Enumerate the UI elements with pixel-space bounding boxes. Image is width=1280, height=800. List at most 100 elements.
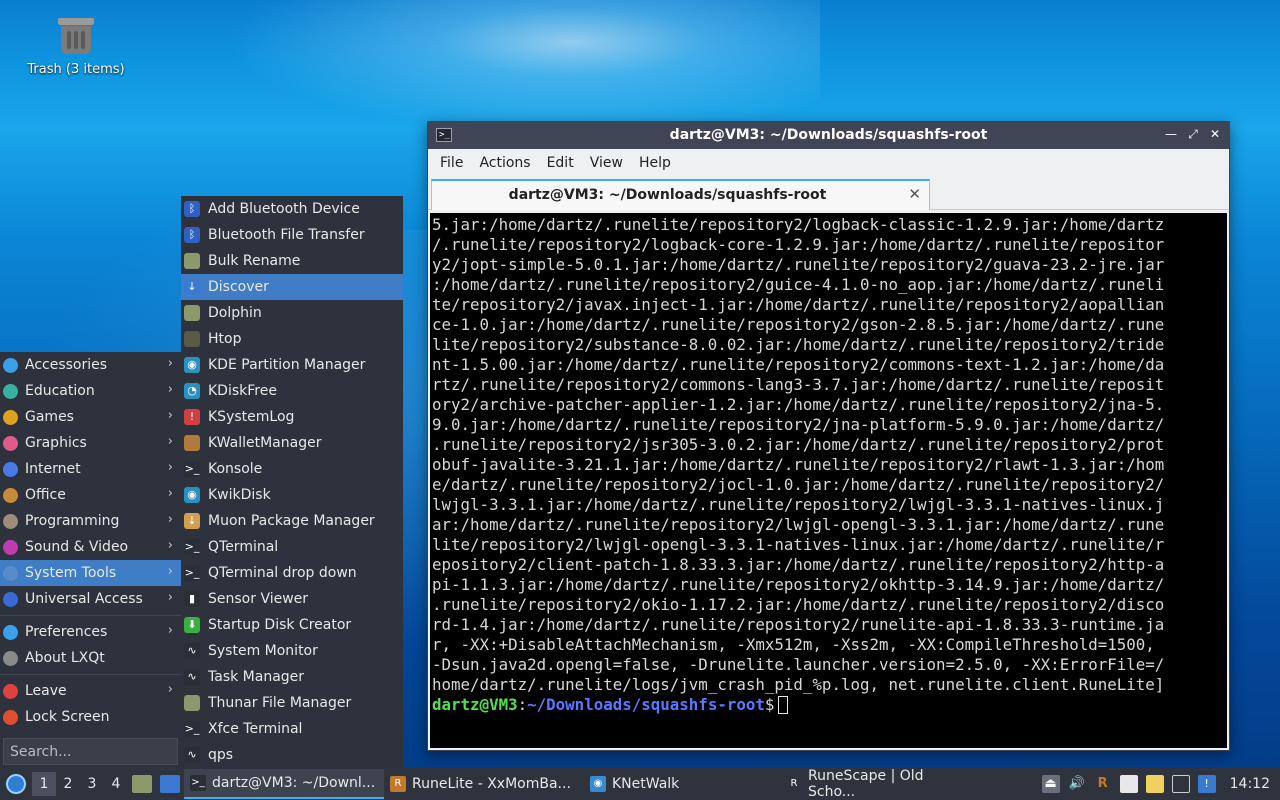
file-manager-launcher-icon[interactable]: [132, 775, 152, 793]
volume-icon[interactable]: 🔊: [1068, 775, 1086, 793]
terminal-prompt: dartz@VM3:~/Downloads/squashfs-root$: [432, 695, 1225, 715]
clock[interactable]: 14:12: [1230, 776, 1270, 792]
menu-item-label: Graphics: [25, 435, 87, 451]
maximize-icon[interactable]: ⤢: [1185, 126, 1201, 142]
prompt-symbol: $: [764, 695, 775, 714]
submenu-item-label: Thunar File Manager: [208, 695, 352, 711]
submenu-item-bulk-rename[interactable]: Bulk Rename: [181, 248, 403, 274]
taskbar-task-dartz-vm3-downl[interactable]: >_ dartz@VM3: ~/Downl...: [184, 769, 384, 799]
menu-category-graphics[interactable]: Graphics ›: [0, 430, 181, 456]
terminal-tab[interactable]: dartz@VM3: ~/Downloads/squashfs-root ✕: [431, 179, 930, 210]
menu-item-leave[interactable]: Leave ›: [0, 678, 181, 704]
taskbar-task-runescape-old-scho[interactable]: R RuneScape | Old Scho...: [780, 768, 970, 800]
menu-help[interactable]: Help: [631, 155, 679, 171]
show-desktop-icon[interactable]: [160, 775, 180, 793]
notes-icon[interactable]: [1145, 775, 1164, 793]
submenu-item-discover[interactable]: ↓ Discover: [181, 274, 403, 300]
submenu-item-label: Dolphin: [208, 305, 262, 321]
window-titlebar[interactable]: >_ dartz@VM3: ~/Downloads/squashfs-root …: [428, 122, 1229, 149]
lock-screen-icon: [3, 709, 18, 725]
menu-item-label: Education: [25, 383, 95, 399]
desktop-4[interactable]: 4: [104, 776, 128, 792]
submenu-item-thunar-file-manager[interactable]: Thunar File Manager: [181, 690, 403, 716]
submenu-item-ksystemlog[interactable]: ! KSystemLog: [181, 404, 403, 430]
tab-close-icon[interactable]: ✕: [908, 185, 921, 203]
menu-category-education[interactable]: Education ›: [0, 378, 181, 404]
submenu-item-startup-disk-creator[interactable]: ⬇ Startup Disk Creator: [181, 612, 403, 638]
submenu-item-label: Muon Package Manager: [208, 513, 375, 529]
menu-category-universal-access[interactable]: Universal Access ›: [0, 586, 181, 612]
submenu-item-kwikdisk[interactable]: ◉ KwikDisk: [181, 482, 403, 508]
submenu-item-xfce-terminal[interactable]: >_ Xfce Terminal: [181, 716, 403, 742]
close-icon[interactable]: ✕: [1207, 126, 1223, 142]
menu-actions[interactable]: Actions: [471, 155, 538, 171]
submenu-item-add-bluetooth-device[interactable]: ᛒ Add Bluetooth Device: [181, 196, 403, 222]
chevron-right-icon: ›: [167, 408, 173, 423]
menu-item-preferences[interactable]: Preferences ›: [0, 619, 181, 645]
submenu-item-qterminal[interactable]: >_ QTerminal: [181, 534, 403, 560]
menu-item-lock-screen[interactable]: Lock Screen: [0, 704, 181, 730]
terminal-icon: >_: [184, 539, 200, 555]
terminal-tabbar: dartz@VM3: ~/Downloads/squashfs-root ✕: [428, 177, 1229, 210]
menu-category-office[interactable]: Office ›: [0, 482, 181, 508]
menu-view[interactable]: View: [582, 155, 631, 171]
programming-icon: [3, 513, 18, 529]
menu-edit[interactable]: Edit: [539, 155, 582, 171]
submenu-item-kdiskfree[interactable]: ◔ KDiskFree: [181, 378, 403, 404]
folder-icon: [184, 695, 200, 711]
runelite-tray-icon[interactable]: R: [1094, 775, 1112, 793]
submenu-item-htop[interactable]: Htop: [181, 326, 403, 352]
monitor-icon: ∿: [184, 643, 200, 659]
submenu-item-label: KWalletManager: [208, 435, 322, 451]
menu-item-label: Preferences: [25, 624, 108, 640]
terminal-line: e/dartz/.runelite/repository2/jocl-1.0.j…: [432, 475, 1165, 494]
submenu-item-bluetooth-file-transfer[interactable]: ᛒ Bluetooth File Transfer: [181, 222, 403, 248]
submenu-item-kwalletmanager[interactable]: KWalletManager: [181, 430, 403, 456]
menu-item-about-lxqt[interactable]: About LXQt: [0, 645, 181, 671]
menu-category-accessories[interactable]: Accessories ›: [0, 352, 181, 378]
menu-file[interactable]: File: [432, 155, 471, 171]
menu-category-games[interactable]: Games ›: [0, 404, 181, 430]
terminal-line: -Dsun.java2d.opengl=false, -Drunelite.la…: [432, 655, 1165, 674]
menu-item-label: Universal Access: [25, 591, 143, 607]
terminal-window[interactable]: >_ dartz@VM3: ~/Downloads/squashfs-root …: [427, 121, 1230, 751]
network-icon[interactable]: !: [1197, 775, 1216, 793]
terminal-line: ory2/archive-patcher-applier-1.2.jar:/ho…: [432, 395, 1165, 414]
screen-icon[interactable]: [1171, 775, 1190, 793]
menu-category-internet[interactable]: Internet ›: [0, 456, 181, 482]
package-icon: ↓: [184, 513, 200, 529]
terminal-output[interactable]: 5.jar:/home/dartz/.runelite/repository2/…: [430, 213, 1227, 748]
clipboard-icon[interactable]: [1119, 775, 1138, 793]
menu-category-programming[interactable]: Programming ›: [0, 508, 181, 534]
submenu-item-system-monitor[interactable]: ∿ System Monitor: [181, 638, 403, 664]
submenu-item-konsole[interactable]: >_ Konsole: [181, 456, 403, 482]
submenu-item-qterminal-drop-down[interactable]: >_ QTerminal drop down: [181, 560, 403, 586]
menu-search-input[interactable]: Search...: [3, 738, 178, 765]
desktop-3[interactable]: 3: [80, 776, 104, 792]
submenu-item-muon-package-manager[interactable]: ↓ Muon Package Manager: [181, 508, 403, 534]
minimize-icon[interactable]: —: [1163, 126, 1179, 142]
menu-category-system-tools[interactable]: System Tools ›: [0, 560, 181, 586]
internet-icon: [3, 461, 18, 477]
taskbar-task-runelite-xxmomba[interactable]: R RuneLite - XxMomBa...: [384, 769, 584, 799]
terminal-icon: >_: [190, 775, 206, 791]
desktop-1[interactable]: 1: [32, 772, 56, 796]
chevron-right-icon: ›: [167, 486, 173, 501]
accessories-icon: [3, 357, 18, 373]
submenu-item-sensor-viewer[interactable]: ▮ Sensor Viewer: [181, 586, 403, 612]
desktop-2[interactable]: 2: [56, 776, 80, 792]
submenu-item-label: KDiskFree: [208, 383, 277, 399]
package-updates-icon[interactable]: ⏏: [1041, 775, 1060, 793]
terminal-line: .runelite/repository2/okio-1.17.2.jar:/h…: [432, 595, 1165, 614]
submenu-item-task-manager[interactable]: ∿ Task Manager: [181, 664, 403, 690]
desktop-trash[interactable]: Trash (3 items): [22, 14, 130, 77]
menu-category-sound-video[interactable]: Sound & Video ›: [0, 534, 181, 560]
start-button[interactable]: [0, 768, 32, 800]
taskbar-task-knetwalk[interactable]: ◉ KNetWalk: [584, 769, 780, 799]
submenu-item-qps[interactable]: ∿ qps: [181, 742, 403, 768]
chevron-right-icon: ›: [167, 382, 173, 397]
submenu-item-dolphin[interactable]: Dolphin: [181, 300, 403, 326]
submenu-item-label: Sensor Viewer: [208, 591, 309, 607]
submenu-item-kde-partition-manager[interactable]: ◉ KDE Partition Manager: [181, 352, 403, 378]
menu-item-label: About LXQt: [25, 650, 105, 666]
